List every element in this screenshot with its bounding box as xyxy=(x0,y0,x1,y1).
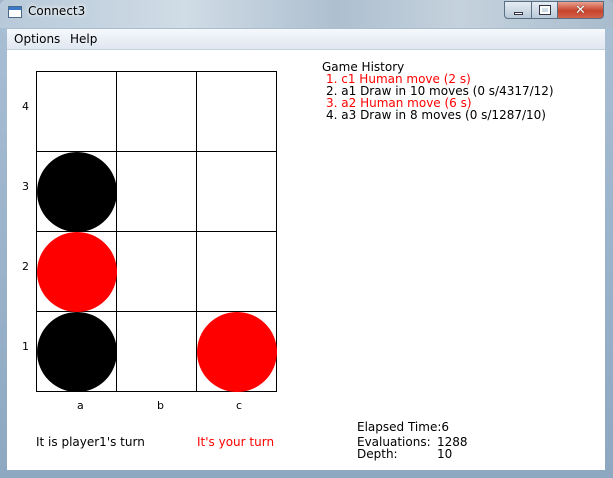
menu-options[interactable]: Options xyxy=(14,32,60,46)
cell-c4[interactable] xyxy=(197,72,277,152)
row-label-4: 4 xyxy=(22,100,29,113)
cell-c2[interactable] xyxy=(197,232,277,312)
depth-value: 10 xyxy=(437,447,453,461)
cell-b4[interactable] xyxy=(117,72,197,152)
window-title: Connect3 xyxy=(28,4,86,18)
close-icon: ✕ xyxy=(575,2,586,18)
cell-b2[interactable] xyxy=(117,232,197,312)
row-label-2: 2 xyxy=(22,260,29,273)
app-icon xyxy=(8,6,22,18)
depth-label: Depth: xyxy=(357,447,398,461)
cell-c3[interactable] xyxy=(197,152,277,232)
disc-black-a3 xyxy=(37,152,117,232)
disc-red-a2 xyxy=(37,232,117,312)
cell-b1[interactable] xyxy=(117,312,197,392)
cell-a4[interactable] xyxy=(37,72,117,152)
maximize-button[interactable] xyxy=(531,1,558,19)
disc-black-a1 xyxy=(37,312,117,392)
game-board xyxy=(36,71,277,392)
minimize-button[interactable] xyxy=(504,1,532,19)
history-entry: 4. a3 Draw in 8 moves (0 s/1287/10) xyxy=(326,108,546,122)
row-label-1: 1 xyxy=(22,340,29,353)
disc-red-c1 xyxy=(197,312,277,392)
column-label-c: c xyxy=(236,399,243,412)
title-bar[interactable]: Connect3 ✕ xyxy=(0,0,613,28)
menu-bar: Options Help xyxy=(7,29,605,50)
menu-help[interactable]: Help xyxy=(70,32,97,46)
cell-b3[interactable] xyxy=(117,152,197,232)
column-label-a: a xyxy=(77,399,84,412)
maximize-icon xyxy=(538,5,551,15)
minimize-icon xyxy=(513,11,523,15)
your-turn-status: It's your turn xyxy=(197,435,275,449)
row-label-3: 3 xyxy=(22,180,29,193)
close-button[interactable]: ✕ xyxy=(557,1,604,19)
column-label-b: b xyxy=(157,399,164,412)
elapsed-time: Elapsed Time:6 xyxy=(357,420,449,434)
turn-status: It is player1's turn xyxy=(36,435,145,449)
